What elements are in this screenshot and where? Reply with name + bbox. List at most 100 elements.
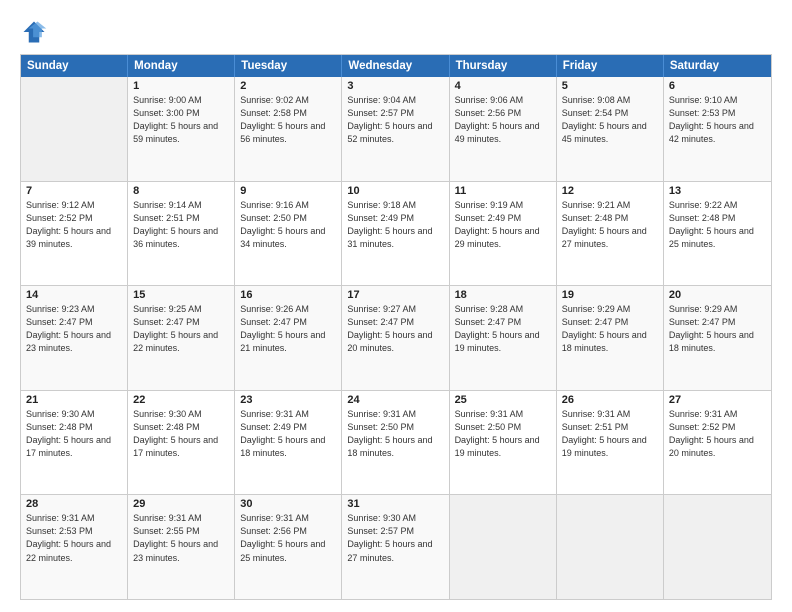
day-detail: Sunrise: 9:31 AMSunset: 2:50 PMDaylight:… bbox=[347, 408, 443, 460]
day-number: 19 bbox=[562, 289, 658, 301]
calendar-cell: 18 Sunrise: 9:28 AMSunset: 2:47 PMDayligh… bbox=[450, 286, 557, 390]
day-detail: Sunrise: 9:23 AMSunset: 2:47 PMDaylight:… bbox=[26, 303, 122, 355]
day-detail: Sunrise: 9:29 AMSunset: 2:47 PMDaylight:… bbox=[669, 303, 766, 355]
calendar-cell: 2 Sunrise: 9:02 AMSunset: 2:58 PMDaylight… bbox=[235, 77, 342, 181]
calendar-cell bbox=[664, 495, 771, 599]
day-number: 30 bbox=[240, 498, 336, 510]
day-number: 12 bbox=[562, 185, 658, 197]
calendar-cell bbox=[21, 77, 128, 181]
header-day-wednesday: Wednesday bbox=[342, 55, 449, 77]
page: SundayMondayTuesdayWednesdayThursdayFrid… bbox=[0, 0, 792, 612]
calendar-cell: 3 Sunrise: 9:04 AMSunset: 2:57 PMDaylight… bbox=[342, 77, 449, 181]
day-detail: Sunrise: 9:21 AMSunset: 2:48 PMDaylight:… bbox=[562, 199, 658, 251]
calendar-cell: 26Sunrise: 9:31 AMSunset: 2:51 PMDayligh… bbox=[557, 391, 664, 495]
day-detail: Sunrise: 9:31 AMSunset: 2:55 PMDaylight:… bbox=[133, 512, 229, 564]
day-number: 7 bbox=[26, 185, 122, 197]
calendar-row-4: 21 Sunrise: 9:30 AMSunset: 2:48 PMDayligh… bbox=[21, 390, 771, 495]
logo bbox=[20, 18, 52, 46]
day-number: 17 bbox=[347, 289, 443, 301]
day-detail: Sunrise: 9:26 AMSunset: 2:47 PMDaylight:… bbox=[240, 303, 336, 355]
day-number: 22 bbox=[133, 394, 229, 406]
day-detail: Sunrise: 9:31 AMSunset: 2:50 PMDaylight:… bbox=[455, 408, 551, 460]
day-detail: Sunrise: 9:30 AMSunset: 2:57 PMDaylight:… bbox=[347, 512, 443, 564]
day-number: 20 bbox=[669, 289, 766, 301]
day-number: 14 bbox=[26, 289, 122, 301]
calendar-cell: 24 Sunrise: 9:31 AMSunset: 2:50 PMDayligh… bbox=[342, 391, 449, 495]
day-detail: Sunrise: 9:12 AMSunset: 2:52 PMDaylight:… bbox=[26, 199, 122, 251]
calendar-cell: 14 Sunrise: 9:23 AMSunset: 2:47 PMDayligh… bbox=[21, 286, 128, 390]
day-number: 29 bbox=[133, 498, 229, 510]
day-detail: Sunrise: 9:28 AMSunset: 2:47 PMDaylight:… bbox=[455, 303, 551, 355]
day-detail: Sunrise: 9:00 AMSunset: 3:00 PMDaylight:… bbox=[133, 94, 229, 146]
calendar-cell: 8Sunrise: 9:14 AMSunset: 2:51 PMDaylight… bbox=[128, 182, 235, 286]
header-day-thursday: Thursday bbox=[450, 55, 557, 77]
calendar-header: SundayMondayTuesdayWednesdayThursdayFrid… bbox=[21, 55, 771, 77]
day-detail: Sunrise: 9:30 AMSunset: 2:48 PMDaylight:… bbox=[133, 408, 229, 460]
calendar-cell: 23 Sunrise: 9:31 AMSunset: 2:49 PMDayligh… bbox=[235, 391, 342, 495]
calendar-cell bbox=[557, 495, 664, 599]
calendar-cell: 22 Sunrise: 9:30 AMSunset: 2:48 PMDayligh… bbox=[128, 391, 235, 495]
day-number: 3 bbox=[347, 80, 443, 92]
calendar-cell: 25 Sunrise: 9:31 AMSunset: 2:50 PMDayligh… bbox=[450, 391, 557, 495]
header-day-sunday: Sunday bbox=[21, 55, 128, 77]
day-number: 24 bbox=[347, 394, 443, 406]
day-number: 16 bbox=[240, 289, 336, 301]
day-number: 25 bbox=[455, 394, 551, 406]
day-number: 21 bbox=[26, 394, 122, 406]
day-number: 1 bbox=[133, 80, 229, 92]
calendar-cell: 31 Sunrise: 9:30 AMSunset: 2:57 PMDayligh… bbox=[342, 495, 449, 599]
day-number: 28 bbox=[26, 498, 122, 510]
calendar-cell: 28 Sunrise: 9:31 AMSunset: 2:53 PMDayligh… bbox=[21, 495, 128, 599]
day-detail: Sunrise: 9:31 AMSunset: 2:56 PMDaylight:… bbox=[240, 512, 336, 564]
day-detail: Sunrise: 9:22 AMSunset: 2:48 PMDaylight:… bbox=[669, 199, 766, 251]
day-detail: Sunrise: 9:30 AMSunset: 2:48 PMDaylight:… bbox=[26, 408, 122, 460]
day-detail: Sunrise: 9:04 AMSunset: 2:57 PMDaylight:… bbox=[347, 94, 443, 146]
day-number: 9 bbox=[240, 185, 336, 197]
calendar-cell: 16 Sunrise: 9:26 AMSunset: 2:47 PMDayligh… bbox=[235, 286, 342, 390]
calendar-body: 1 Sunrise: 9:00 AMSunset: 3:00 PMDaylight… bbox=[21, 77, 771, 599]
calendar-cell: 1 Sunrise: 9:00 AMSunset: 3:00 PMDaylight… bbox=[128, 77, 235, 181]
day-detail: Sunrise: 9:25 AMSunset: 2:47 PMDaylight:… bbox=[133, 303, 229, 355]
calendar-cell: 20 Sunrise: 9:29 AMSunset: 2:47 PMDayligh… bbox=[664, 286, 771, 390]
day-number: 5 bbox=[562, 80, 658, 92]
day-detail: Sunrise: 9:31 AMSunset: 2:53 PMDaylight:… bbox=[26, 512, 122, 564]
calendar-cell: 11Sunrise: 9:19 AMSunset: 2:49 PMDayligh… bbox=[450, 182, 557, 286]
calendar: SundayMondayTuesdayWednesdayThursdayFrid… bbox=[20, 54, 772, 600]
calendar-cell: 27 Sunrise: 9:31 AMSunset: 2:52 PMDayligh… bbox=[664, 391, 771, 495]
calendar-row-1: 1 Sunrise: 9:00 AMSunset: 3:00 PMDaylight… bbox=[21, 77, 771, 181]
day-detail: Sunrise: 9:06 AMSunset: 2:56 PMDaylight:… bbox=[455, 94, 551, 146]
header-day-saturday: Saturday bbox=[664, 55, 771, 77]
day-detail: Sunrise: 9:16 AMSunset: 2:50 PMDaylight:… bbox=[240, 199, 336, 251]
calendar-cell: 9 Sunrise: 9:16 AMSunset: 2:50 PMDaylight… bbox=[235, 182, 342, 286]
day-number: 27 bbox=[669, 394, 766, 406]
calendar-cell: 21 Sunrise: 9:30 AMSunset: 2:48 PMDayligh… bbox=[21, 391, 128, 495]
day-number: 8 bbox=[133, 185, 229, 197]
day-detail: Sunrise: 9:19 AMSunset: 2:49 PMDaylight:… bbox=[455, 199, 551, 251]
day-detail: Sunrise: 9:31 AMSunset: 2:49 PMDaylight:… bbox=[240, 408, 336, 460]
day-detail: Sunrise: 9:10 AMSunset: 2:53 PMDaylight:… bbox=[669, 94, 766, 146]
calendar-cell: 30 Sunrise: 9:31 AMSunset: 2:56 PMDayligh… bbox=[235, 495, 342, 599]
day-number: 2 bbox=[240, 80, 336, 92]
day-detail: Sunrise: 9:08 AMSunset: 2:54 PMDaylight:… bbox=[562, 94, 658, 146]
logo-icon bbox=[20, 18, 48, 46]
day-number: 10 bbox=[347, 185, 443, 197]
day-number: 18 bbox=[455, 289, 551, 301]
day-number: 26 bbox=[562, 394, 658, 406]
calendar-cell: 19Sunrise: 9:29 AMSunset: 2:47 PMDayligh… bbox=[557, 286, 664, 390]
day-detail: Sunrise: 9:02 AMSunset: 2:58 PMDaylight:… bbox=[240, 94, 336, 146]
header-day-friday: Friday bbox=[557, 55, 664, 77]
day-number: 23 bbox=[240, 394, 336, 406]
calendar-cell: 15Sunrise: 9:25 AMSunset: 2:47 PMDayligh… bbox=[128, 286, 235, 390]
calendar-row-2: 7 Sunrise: 9:12 AMSunset: 2:52 PMDaylight… bbox=[21, 181, 771, 286]
day-detail: Sunrise: 9:18 AMSunset: 2:49 PMDaylight:… bbox=[347, 199, 443, 251]
calendar-cell bbox=[450, 495, 557, 599]
day-detail: Sunrise: 9:31 AMSunset: 2:52 PMDaylight:… bbox=[669, 408, 766, 460]
day-detail: Sunrise: 9:27 AMSunset: 2:47 PMDaylight:… bbox=[347, 303, 443, 355]
day-number: 6 bbox=[669, 80, 766, 92]
header bbox=[20, 18, 772, 46]
calendar-row-3: 14 Sunrise: 9:23 AMSunset: 2:47 PMDayligh… bbox=[21, 285, 771, 390]
day-number: 4 bbox=[455, 80, 551, 92]
day-number: 31 bbox=[347, 498, 443, 510]
calendar-row-5: 28 Sunrise: 9:31 AMSunset: 2:53 PMDayligh… bbox=[21, 494, 771, 599]
calendar-cell: 13Sunrise: 9:22 AMSunset: 2:48 PMDayligh… bbox=[664, 182, 771, 286]
